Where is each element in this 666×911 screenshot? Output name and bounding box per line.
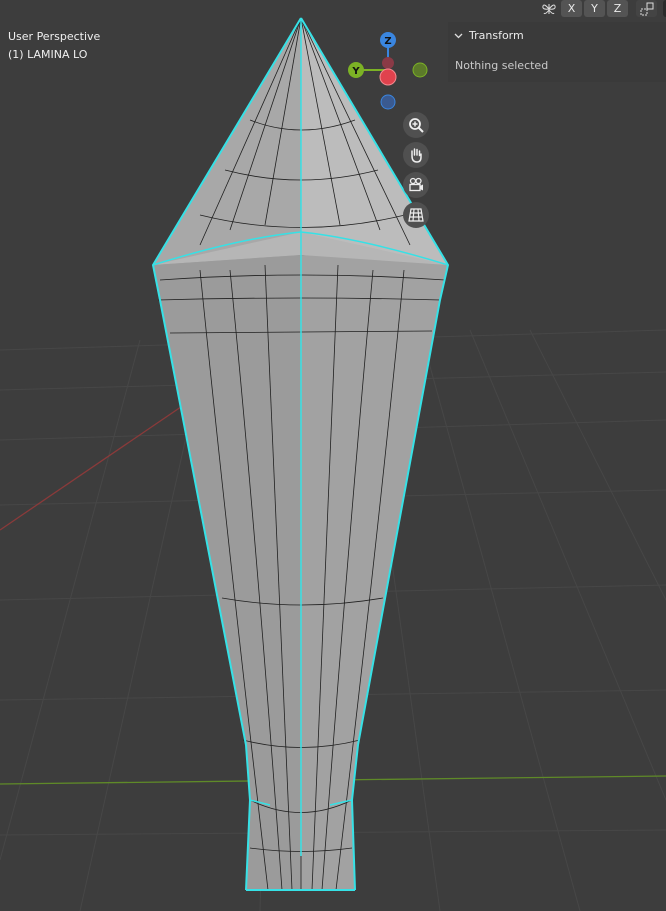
axis-z-toggle[interactable]: Z	[607, 0, 628, 17]
grid-icon	[408, 208, 424, 222]
projection-toggle-button[interactable]	[403, 202, 429, 228]
snap-toggle[interactable]	[636, 0, 657, 17]
snap-icon	[640, 2, 653, 15]
hand-icon	[411, 148, 422, 163]
zoom-button[interactable]	[403, 112, 429, 138]
camera-view-button[interactable]	[403, 172, 429, 198]
neg-z-handle	[380, 94, 396, 110]
zoom-icon	[409, 118, 424, 133]
3d-viewport[interactable]: User Perspective (1) LAMINA LO Z Y X Y Z	[0, 0, 666, 911]
scene-canvas[interactable]	[0, 0, 666, 911]
empty-selection-message: Nothing selected	[455, 59, 549, 72]
neg-x-handle	[382, 57, 394, 69]
transform-panel-header[interactable]: Transform	[454, 29, 524, 42]
axis-x-toggle[interactable]: X	[561, 0, 582, 17]
x-axis-handle	[379, 68, 397, 86]
neg-y-handle	[412, 62, 428, 78]
chevron-down-icon	[454, 33, 463, 39]
camera-icon	[409, 177, 423, 192]
transform-panel-title: Transform	[469, 29, 524, 42]
z-axis-label: Z	[384, 36, 391, 47]
navigation-gizmo[interactable]: Z Y	[340, 28, 440, 118]
y-axis-label: Y	[351, 66, 360, 77]
butterfly-icon	[541, 3, 556, 14]
active-object-label: (1) LAMINA LO	[8, 48, 88, 61]
pan-button[interactable]	[403, 142, 429, 168]
transform-panel: Transform Nothing selected	[448, 22, 666, 82]
mirror-toggle-button[interactable]	[538, 0, 559, 17]
axis-y-toggle[interactable]: Y	[584, 0, 605, 17]
view-name-label: User Perspective	[8, 30, 101, 43]
mirror-axis-toolbar: X Y Z Op	[538, 0, 666, 19]
